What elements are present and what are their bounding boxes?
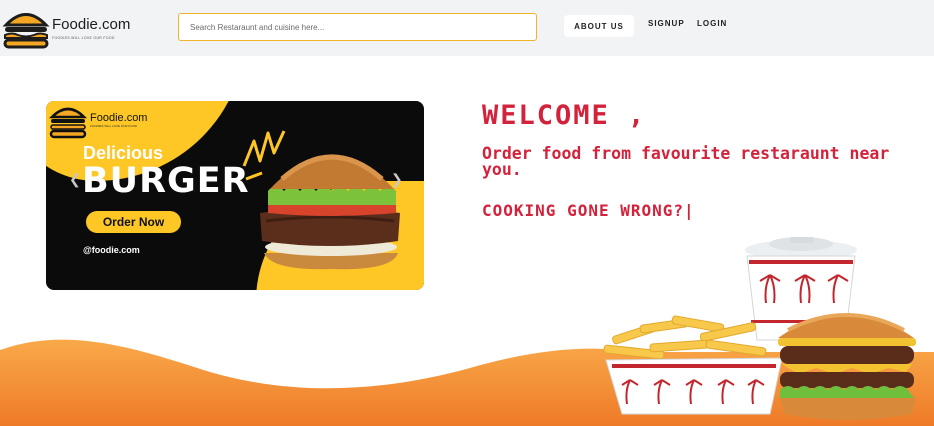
fast-food-illustration <box>603 237 916 420</box>
